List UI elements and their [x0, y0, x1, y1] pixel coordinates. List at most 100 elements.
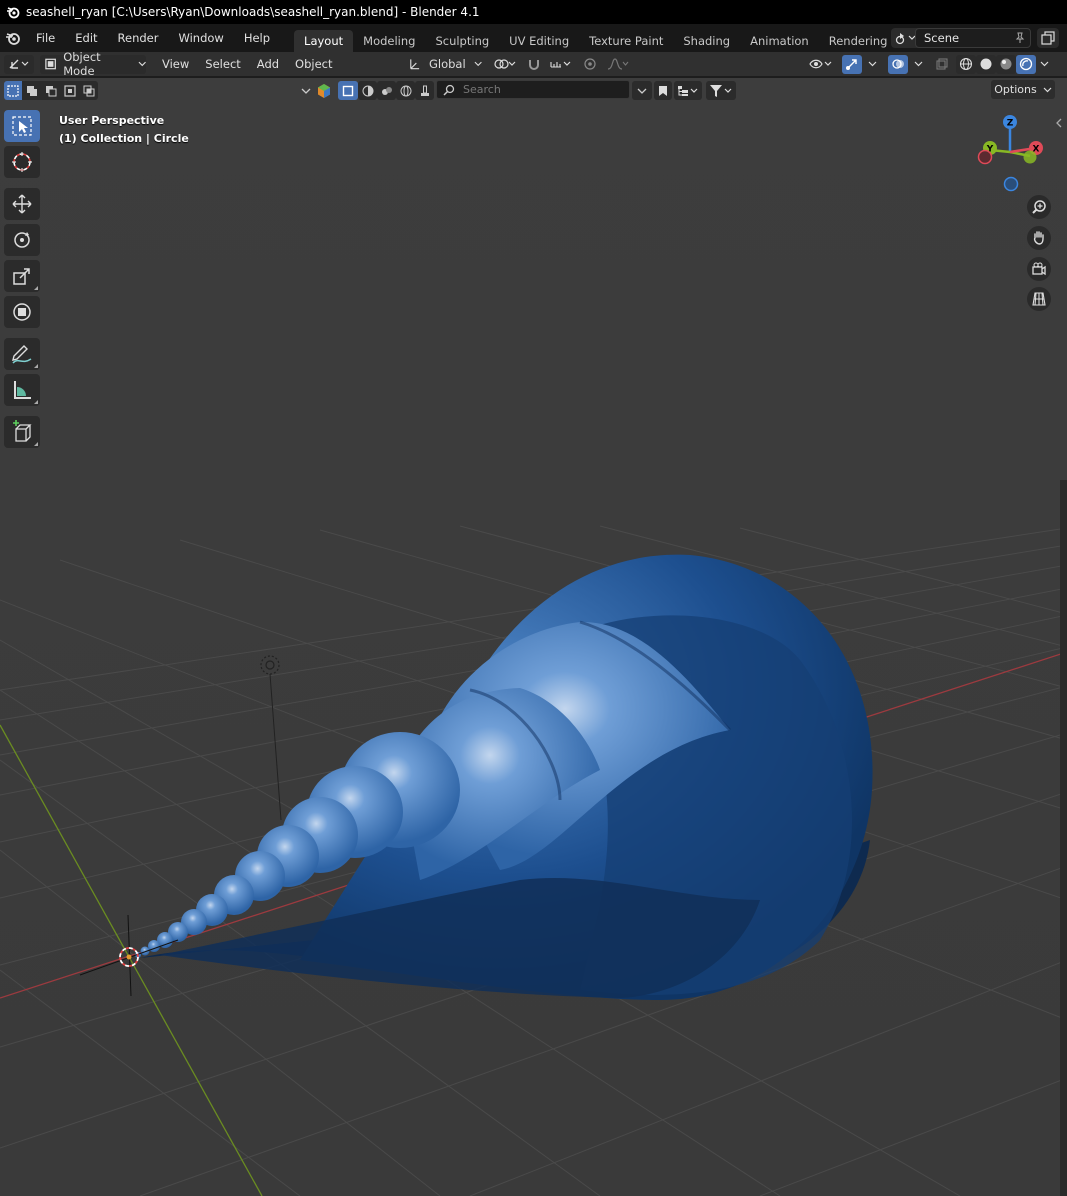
display-mode-dropdown[interactable] — [674, 81, 702, 100]
camera-view-button[interactable] — [1027, 257, 1051, 281]
object-mode-icon — [45, 58, 56, 70]
tool-rotate[interactable] — [4, 224, 40, 256]
search-placeholder: Search — [463, 83, 501, 96]
gizmo-neg-x-axis[interactable] — [977, 149, 993, 165]
search-input[interactable]: Search — [436, 80, 630, 99]
shading-wireframe[interactable] — [956, 54, 976, 74]
pan-button[interactable] — [1027, 226, 1051, 250]
menu-object[interactable]: Object — [287, 54, 340, 74]
select-new-button[interactable] — [4, 81, 22, 100]
editor-type-button[interactable] — [4, 54, 34, 74]
scene-name-field[interactable]: Scene — [915, 28, 1031, 48]
select-subtract-button[interactable] — [41, 81, 60, 100]
tool-move[interactable] — [4, 188, 40, 220]
collapse-toggle[interactable] — [632, 81, 652, 100]
filter-restrict-hide[interactable] — [358, 81, 377, 100]
xray-icon — [936, 58, 948, 70]
tab-layout[interactable]: Layout — [294, 30, 354, 52]
select-cursor-icon — [12, 116, 32, 136]
gizmo-dropdown[interactable] — [864, 54, 880, 74]
snap-toggle[interactable] — [524, 54, 544, 74]
filter-restrict-viewport[interactable] — [377, 81, 396, 100]
overlays-toggle[interactable] — [888, 54, 908, 74]
object-data-icon[interactable] — [316, 83, 332, 99]
tool-annotate[interactable] — [4, 338, 40, 370]
top-bar: File Edit Render Window Help Layout Mode… — [0, 24, 1067, 52]
gizmo-neg-y-axis[interactable] — [1023, 150, 1037, 164]
xray-toggle[interactable] — [932, 54, 952, 74]
menu-view[interactable]: View — [154, 54, 197, 74]
scale-icon — [13, 268, 30, 285]
menu-add[interactable]: Add — [249, 54, 287, 74]
shading-rendered[interactable] — [1016, 54, 1036, 74]
tool-transform[interactable] — [4, 296, 40, 328]
window-title: seashell_ryan [C:\Users\Ryan\Downloads\s… — [26, 5, 480, 19]
filter-dropdown[interactable] — [706, 81, 736, 100]
magnet-icon — [529, 60, 539, 70]
tool-measure[interactable] — [4, 374, 40, 406]
pivot-point-dropdown[interactable] — [490, 54, 520, 74]
filter-restrict-render[interactable] — [396, 81, 415, 100]
options-dropdown[interactable]: Options — [991, 80, 1055, 99]
editor-type-icon — [9, 59, 29, 69]
menu-edit[interactable]: Edit — [65, 27, 107, 49]
select-invert-icon — [63, 84, 76, 97]
collection-label: (1) Collection | Circle — [59, 132, 189, 145]
scene-icon — [895, 33, 916, 45]
proportional-edit-toggle[interactable] — [580, 54, 600, 74]
select-extend-button[interactable] — [22, 81, 41, 100]
bookmark-toggle[interactable] — [654, 81, 672, 100]
menu-render[interactable]: Render — [108, 27, 169, 49]
menu-file[interactable]: File — [26, 27, 65, 49]
solid-sphere-icon — [980, 58, 992, 70]
filter-restrict-select[interactable] — [338, 81, 358, 100]
transform-orientation-dropdown[interactable]: Global — [404, 54, 482, 74]
outliner-filter-buttons — [300, 81, 434, 100]
tab-animation[interactable]: Animation — [740, 30, 819, 52]
shading-solid[interactable] — [976, 54, 996, 74]
sidebar-toggle-icon[interactable] — [1055, 118, 1063, 131]
pivot-icon — [494, 59, 516, 69]
tool-add-cube[interactable] — [4, 416, 40, 448]
tool-select-box[interactable] — [4, 110, 40, 142]
viewport-header: Object Mode View Select Add Object Globa… — [0, 50, 1067, 78]
new-scene-button[interactable] — [1037, 28, 1059, 48]
tab-sculpting[interactable]: Sculpting — [425, 30, 499, 52]
blender-menu-icon[interactable] — [0, 27, 26, 49]
select-subtract-icon — [45, 85, 56, 96]
chevron-down-icon[interactable] — [300, 85, 312, 97]
menu-help[interactable]: Help — [234, 27, 280, 49]
zoom-button[interactable] — [1027, 195, 1051, 219]
3d-viewport[interactable] — [0, 78, 1067, 1196]
shading-material[interactable] — [996, 54, 1016, 74]
pin-icon[interactable] — [1014, 32, 1026, 44]
menu-window[interactable]: Window — [168, 27, 233, 49]
visibility-dropdown[interactable] — [806, 54, 836, 74]
shading-dropdown[interactable] — [1036, 54, 1052, 74]
falloff-curve-icon — [607, 58, 629, 70]
annotate-pencil-icon — [12, 345, 32, 364]
tool-scale[interactable] — [4, 260, 40, 292]
navigation-gizmo[interactable]: Z X Y — [974, 112, 1044, 194]
proportional-falloff-dropdown[interactable] — [604, 54, 632, 74]
gizmo-neg-z-axis[interactable] — [1003, 176, 1019, 192]
tab-modeling[interactable]: Modeling — [353, 30, 425, 52]
tool-cursor[interactable] — [4, 146, 40, 178]
select-square-icon — [342, 85, 354, 96]
tab-rendering[interactable]: Rendering — [819, 30, 898, 52]
overlays-dropdown[interactable] — [910, 54, 926, 74]
filter-restrict-holdout[interactable] — [415, 81, 434, 100]
snap-target-dropdown[interactable] — [546, 54, 576, 74]
tab-texture-paint[interactable]: Texture Paint — [579, 30, 673, 52]
tab-uv-editing[interactable]: UV Editing — [499, 30, 579, 52]
shaded-circle-icon — [362, 85, 373, 96]
gizmo-toggle[interactable] — [842, 54, 862, 74]
tool-shelf — [4, 110, 42, 452]
menu-select[interactable]: Select — [197, 54, 248, 74]
select-invert-button[interactable] — [60, 81, 79, 100]
select-intersect-button[interactable] — [79, 81, 98, 100]
mode-dropdown[interactable]: Object Mode — [40, 50, 146, 78]
stamp-icon — [420, 85, 429, 96]
tab-shading[interactable]: Shading — [673, 30, 740, 52]
orthographic-toggle-button[interactable] — [1027, 287, 1051, 311]
